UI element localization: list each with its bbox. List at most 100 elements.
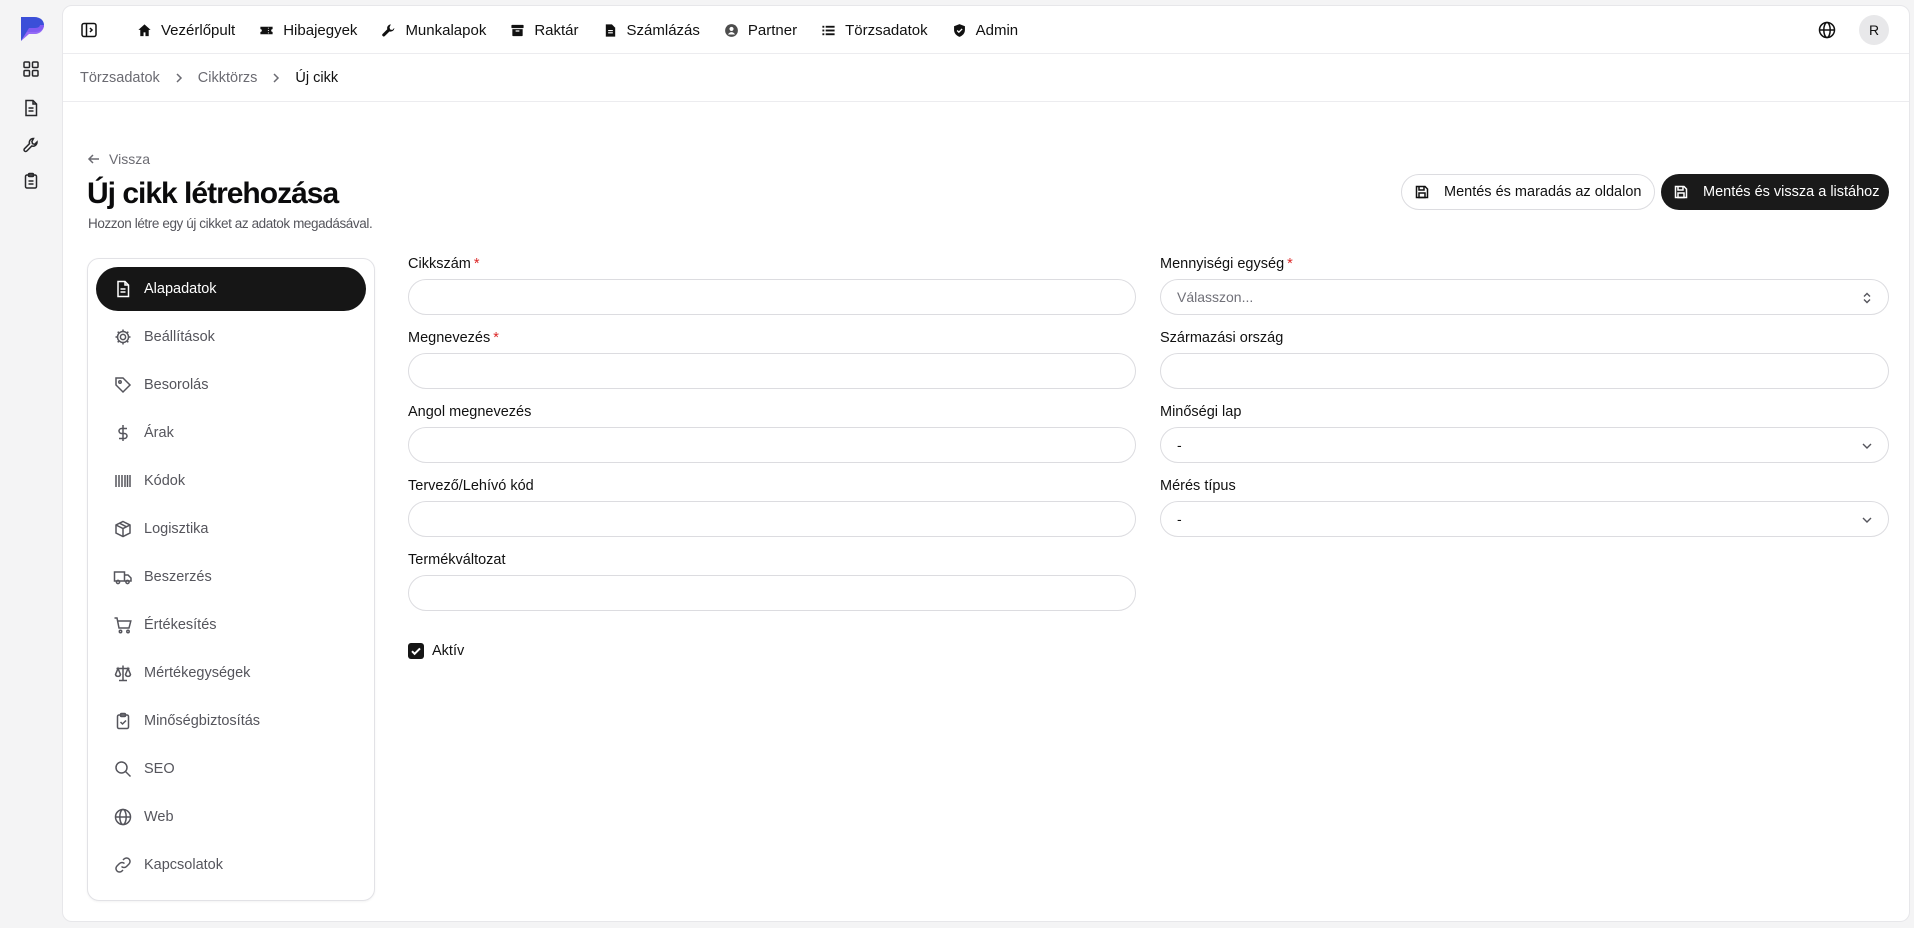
top-navbar: Vezérlőpult Hibajegyek Munkalapok Raktár… xyxy=(63,6,1909,54)
wrench-icon[interactable] xyxy=(21,135,41,155)
chevron-right-icon xyxy=(172,71,186,85)
tab-label: SEO xyxy=(144,761,175,777)
back-label: Vissza xyxy=(109,151,150,167)
tervezo-kod-label: Tervező/Lehívó kód xyxy=(408,478,534,494)
tab-alapadatok[interactable]: Alapadatok xyxy=(96,267,366,311)
tab-besorolas[interactable]: Besorolás xyxy=(96,363,366,407)
wrench-icon xyxy=(381,23,396,38)
back-link[interactable]: Vissza xyxy=(87,151,150,167)
select-value: - xyxy=(1177,511,1182,527)
tag-icon xyxy=(113,375,133,395)
tab-label: Értékesítés xyxy=(144,617,217,633)
save-icon xyxy=(1673,184,1689,200)
shield-icon xyxy=(952,23,967,38)
checkbox-checked-icon xyxy=(408,643,424,659)
tab-logisztika[interactable]: Logisztika xyxy=(96,507,366,551)
nav-item-warehouse[interactable]: Raktár xyxy=(498,14,590,46)
arrow-left-icon xyxy=(87,152,101,166)
tab-label: Besorolás xyxy=(144,377,209,393)
document-icon[interactable] xyxy=(21,98,41,118)
tab-label: Web xyxy=(144,809,174,825)
aktiv-checkbox[interactable]: Aktív xyxy=(408,643,464,659)
breadcrumb-item-item-register[interactable]: Cikktörzs xyxy=(198,70,258,86)
tab-label: Kapcsolatok xyxy=(144,857,223,873)
section-tabs: Alapadatok Beállítások Besorolás Árak Kó… xyxy=(87,258,375,901)
breadcrumb: Törzsadatok Cikktörzs Új cikk xyxy=(80,54,338,102)
tab-beallitasok[interactable]: Beállítások xyxy=(96,315,366,359)
nav-item-invoicing[interactable]: Számlázás xyxy=(591,14,712,46)
nav-label: Munkalapok xyxy=(405,21,487,39)
package-icon xyxy=(113,519,133,539)
tab-label: Kódok xyxy=(144,473,186,489)
mennyisegi-egyseg-select[interactable]: Válasszon... xyxy=(1160,279,1889,315)
gear-icon xyxy=(113,327,133,347)
search-icon xyxy=(113,759,133,779)
megnevezes-label: Megnevezés * xyxy=(408,330,499,346)
nav-item-master-data[interactable]: Törzsadatok xyxy=(809,14,940,46)
nav-item-partner[interactable]: Partner xyxy=(712,14,809,46)
tervezo-kod-input[interactable] xyxy=(408,501,1136,537)
save-and-back-button[interactable]: Mentés és vissza a listához xyxy=(1661,174,1889,210)
main-nav: Vezérlőpult Hibajegyek Munkalapok Raktár… xyxy=(125,6,1030,54)
language-globe-icon[interactable] xyxy=(1817,20,1837,40)
tab-label: Mértékegységek xyxy=(144,665,251,681)
tab-mertekegysegek[interactable]: Mértékegységek xyxy=(96,651,366,695)
main-panel: Vezérlőpult Hibajegyek Munkalapok Raktár… xyxy=(62,5,1910,922)
cikkszam-input[interactable] xyxy=(408,279,1136,315)
megnevezes-input[interactable] xyxy=(408,353,1136,389)
save-icon xyxy=(1414,184,1430,200)
szarmazasi-orszag-input[interactable] xyxy=(1160,353,1889,389)
tab-web[interactable]: Web xyxy=(96,795,366,839)
save-and-back-label: Mentés és vissza a listához xyxy=(1703,184,1880,200)
tab-minosegbiztositas[interactable]: Minőségbiztosítás xyxy=(96,699,366,743)
minosegi-lap-select[interactable]: - xyxy=(1160,427,1889,463)
aktiv-label: Aktív xyxy=(432,643,465,659)
page-title: Új cikk létrehozása xyxy=(87,177,339,210)
tab-ertekesites[interactable]: Értékesítés xyxy=(96,603,366,647)
select-placeholder: Válasszon... xyxy=(1177,289,1254,305)
chevron-down-icon xyxy=(1860,513,1874,527)
tab-kapcsolatok[interactable]: Kapcsolatok xyxy=(96,843,366,887)
tab-label: Alapadatok xyxy=(144,281,217,297)
breadcrumb-bar: Törzsadatok Cikktörzs Új cikk xyxy=(63,54,1909,102)
chevron-right-icon xyxy=(269,71,283,85)
nav-item-dashboard[interactable]: Vezérlőpult xyxy=(125,14,247,46)
tab-label: Minőségbiztosítás xyxy=(144,713,261,729)
chevron-down-icon xyxy=(1860,439,1874,453)
nav-label: Raktár xyxy=(534,21,579,39)
breadcrumb-item-current: Új cikk xyxy=(295,70,339,86)
tab-arak[interactable]: Árak xyxy=(96,411,366,455)
tab-kodok[interactable]: Kódok xyxy=(96,459,366,503)
nav-label: Admin xyxy=(975,21,1019,39)
select-value: - xyxy=(1177,437,1182,453)
file-icon xyxy=(603,23,618,38)
grid-icon[interactable] xyxy=(21,59,41,79)
breadcrumb-item-master-data[interactable]: Törzsadatok xyxy=(80,70,160,86)
nav-label: Törzsadatok xyxy=(845,21,928,39)
clipboard-icon[interactable] xyxy=(21,171,41,191)
tab-beszerzes[interactable]: Beszerzés xyxy=(96,555,366,599)
angol-megnevezes-input[interactable] xyxy=(408,427,1136,463)
home-icon xyxy=(137,23,152,38)
sidebar-toggle-icon[interactable] xyxy=(80,21,98,39)
clipboard-check-icon xyxy=(113,711,133,731)
tab-label: Beállítások xyxy=(144,329,215,345)
minosegi-lap-label: Minőségi lap xyxy=(1160,404,1242,420)
termekvaltozat-label: Termékváltozat xyxy=(408,552,506,568)
page-subtitle: Hozzon létre egy új cikket az adatok meg… xyxy=(88,216,373,231)
user-avatar[interactable]: R xyxy=(1859,15,1889,45)
save-and-stay-button[interactable]: Mentés és maradás az oldalon xyxy=(1401,174,1655,210)
ticket-icon xyxy=(259,23,274,38)
app-logo[interactable] xyxy=(17,14,47,44)
cart-icon xyxy=(113,615,133,635)
nav-item-tickets[interactable]: Hibajegyek xyxy=(247,14,369,46)
nav-item-worksheets[interactable]: Munkalapok xyxy=(369,14,498,46)
tab-seo[interactable]: SEO xyxy=(96,747,366,791)
nav-label: Partner xyxy=(747,21,798,39)
termekvaltozat-input[interactable] xyxy=(408,575,1136,611)
app-rail xyxy=(0,0,62,928)
meres-tipus-select[interactable]: - xyxy=(1160,501,1889,537)
nav-item-admin[interactable]: Admin xyxy=(940,14,1031,46)
truck-icon xyxy=(113,567,133,587)
list-icon xyxy=(821,23,836,38)
